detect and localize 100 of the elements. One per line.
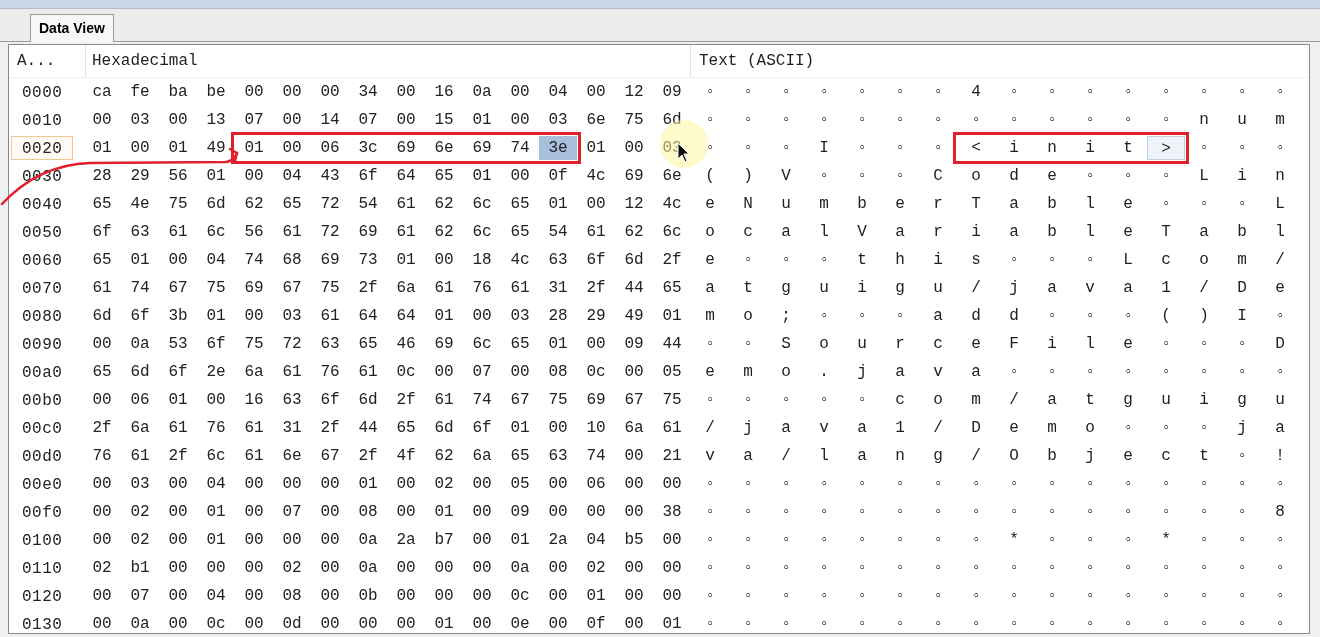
- hex-byte: 44: [357, 418, 379, 439]
- hex-byte: ca: [91, 82, 113, 103]
- ascii-char: u: [1274, 390, 1286, 411]
- ascii-char: a: [1008, 194, 1020, 215]
- ascii-char: ◦: [856, 502, 868, 523]
- ascii-char: e: [894, 194, 906, 215]
- hex-byte: 01: [395, 250, 417, 271]
- ascii-char: ◦: [780, 586, 792, 607]
- address-cell[interactable]: 00a0: [11, 360, 73, 384]
- ascii-char: a: [1046, 390, 1058, 411]
- address-cell[interactable]: 0080: [11, 304, 73, 328]
- hex-byte: 28: [547, 306, 569, 327]
- hex-byte: 21: [661, 446, 683, 467]
- ascii-char: /: [1008, 390, 1020, 411]
- hex-byte: 00: [243, 474, 265, 495]
- ascii-char: h: [894, 250, 906, 271]
- hex-byte: 6a: [243, 362, 265, 383]
- hex-byte: 00: [433, 362, 455, 383]
- hex-byte: 00: [471, 586, 493, 607]
- address-cell[interactable]: 0120: [11, 584, 73, 608]
- hex-byte: 00: [623, 614, 645, 635]
- address-cell[interactable]: 00e0: [11, 472, 73, 496]
- hex-byte: 2f: [395, 390, 417, 411]
- ascii-char: ◦: [742, 250, 754, 271]
- address-cell[interactable]: 0130: [11, 612, 73, 636]
- hex-byte: 00: [623, 446, 645, 467]
- ascii-char: a: [1122, 278, 1134, 299]
- ascii-char: v: [932, 362, 944, 383]
- ascii-char: !: [1274, 446, 1286, 467]
- ascii-char: ◦: [780, 530, 792, 551]
- address-cell[interactable]: 00d0: [11, 444, 73, 468]
- ascii-char: ◦: [932, 138, 944, 159]
- hex-byte: 12: [623, 82, 645, 103]
- ascii-char: ◦: [1122, 474, 1134, 495]
- address-cell[interactable]: 00f0: [11, 500, 73, 524]
- address-cell[interactable]: 0110: [11, 556, 73, 580]
- address-cell[interactable]: 0070: [11, 276, 73, 300]
- ascii-char: ◦: [780, 502, 792, 523]
- hex-byte: 65: [509, 446, 531, 467]
- ascii-char: ◦: [704, 558, 716, 579]
- hex-byte: 00: [167, 250, 189, 271]
- hex-byte: 61: [129, 446, 151, 467]
- hex-byte: 31: [281, 418, 303, 439]
- hex-byte: 61: [319, 306, 341, 327]
- address-cell[interactable]: 0020: [11, 136, 73, 160]
- hex-byte: 03: [547, 110, 569, 131]
- hex-byte: 02: [281, 558, 303, 579]
- address-cell[interactable]: 0050: [11, 220, 73, 244]
- ascii-char: ◦: [1084, 558, 1096, 579]
- ascii-char: ◦: [894, 306, 906, 327]
- hex-byte: 04: [205, 474, 227, 495]
- hex-byte: 6d: [661, 110, 683, 131]
- address-cell[interactable]: 0090: [11, 332, 73, 356]
- ascii-char: ◦: [1160, 614, 1172, 635]
- address-cell[interactable]: 0060: [11, 248, 73, 272]
- hex-byte: be: [205, 82, 227, 103]
- ascii-char: ◦: [1274, 530, 1286, 551]
- hex-byte: 6c: [205, 222, 227, 243]
- hex-byte: 2a: [395, 530, 417, 551]
- address-cell[interactable]: 00c0: [11, 416, 73, 440]
- tab[interactable]: Data View: [30, 14, 114, 42]
- ascii-char: ◦: [742, 138, 754, 159]
- hex-byte: 00: [281, 110, 303, 131]
- address-cell[interactable]: 0040: [11, 192, 73, 216]
- hex-byte: 2f: [91, 418, 113, 439]
- ascii-char: m: [1274, 110, 1286, 131]
- hex-byte: 09: [661, 82, 683, 103]
- ascii-char: e: [1122, 446, 1134, 467]
- ascii-char: o: [1084, 418, 1096, 439]
- ascii-char: d: [1008, 306, 1020, 327]
- ascii-char: D: [1274, 334, 1286, 355]
- hex-byte: 0b: [357, 586, 379, 607]
- ascii-char: a: [1008, 222, 1020, 243]
- hex-byte: 04: [585, 530, 607, 551]
- address-cell[interactable]: 0010: [11, 108, 73, 132]
- ascii-char: j: [1084, 446, 1096, 467]
- hex-byte: 56: [243, 222, 265, 243]
- ascii-char: ◦: [1122, 82, 1134, 103]
- hex-byte: 00: [509, 110, 531, 131]
- ascii-char: ◦: [1046, 306, 1058, 327]
- ascii-char: ◦: [970, 558, 982, 579]
- address-cell[interactable]: 00b0: [11, 388, 73, 412]
- hex-byte: 01: [129, 250, 151, 271]
- hex-byte: 75: [319, 278, 341, 299]
- address-cell[interactable]: 0100: [11, 528, 73, 552]
- ascii-char: o: [970, 166, 982, 187]
- hex-byte: 54: [357, 194, 379, 215]
- address-cell[interactable]: 0000: [11, 80, 73, 104]
- ascii-char: g: [1122, 390, 1134, 411]
- hex-byte: 08: [281, 586, 303, 607]
- ascii-char: ◦: [1122, 586, 1134, 607]
- hex-byte: 67: [281, 278, 303, 299]
- hex-byte: 05: [661, 362, 683, 383]
- hex-byte: 09: [623, 334, 645, 355]
- ascii-char: c: [742, 222, 754, 243]
- hex-byte: 65: [357, 334, 379, 355]
- ascii-char: ◦: [1122, 110, 1134, 131]
- ascii-char: ◦: [1084, 110, 1096, 131]
- hex-byte: 16: [433, 82, 455, 103]
- ascii-char: ◦: [1160, 474, 1172, 495]
